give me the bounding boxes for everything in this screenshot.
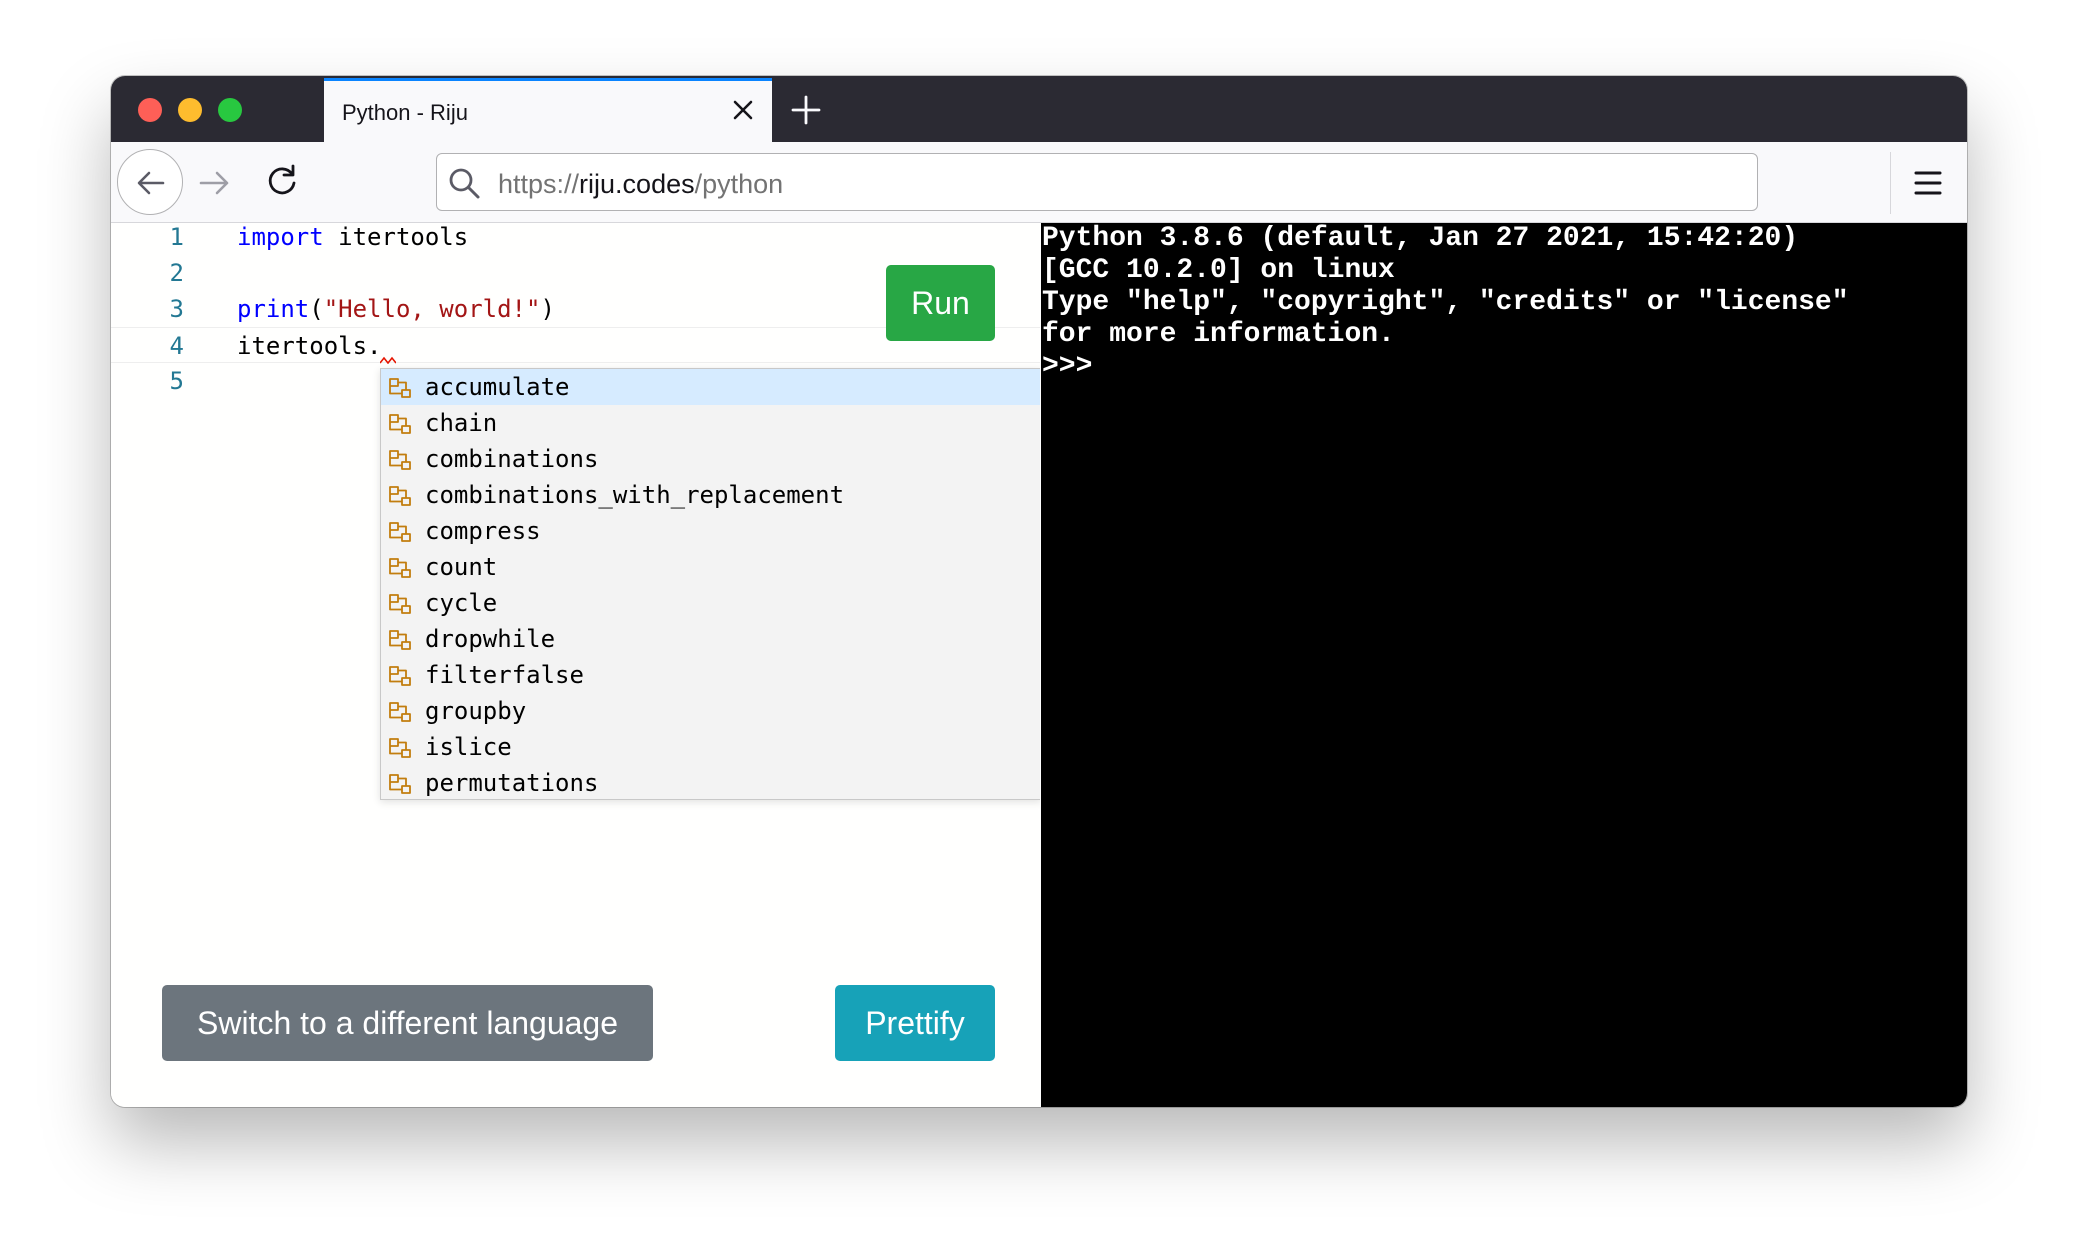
hamburger-menu-icon[interactable]: [1907, 162, 1949, 204]
line-number: 1: [169, 223, 184, 251]
terminal-line: [GCC 10.2.0] on linux: [1042, 255, 1395, 286]
function-icon: [389, 738, 411, 758]
function-icon: [389, 486, 411, 506]
suggestion-label: cycle: [425, 589, 498, 617]
function-icon: [389, 594, 411, 614]
url-text[interactable]: https://riju.codes/python: [498, 169, 783, 200]
paren-close: ): [540, 295, 555, 323]
suggestion-item[interactable]: islice: [381, 729, 1040, 765]
function-icon: [389, 774, 411, 794]
function-icon: [389, 702, 411, 722]
paren-open: (: [309, 295, 324, 323]
suggestion-item[interactable]: dropwhile: [381, 621, 1040, 657]
suggestion-item[interactable]: combinations_with_replacement: [381, 477, 1040, 513]
terminal-line: for more information.: [1042, 319, 1395, 350]
line-number: 3: [169, 295, 184, 323]
terminal-line: Python 3.8.6 (default, Jan 27 2021, 15:4…: [1042, 223, 1799, 254]
url-host: riju.codes: [579, 169, 695, 199]
line-number: 2: [169, 259, 184, 287]
function-icon: [389, 522, 411, 542]
back-button[interactable]: [117, 149, 183, 215]
browser-window: Python - Riju https://riju.codes/python …: [111, 76, 1967, 1107]
code-text: itertools: [323, 223, 469, 251]
reload-icon[interactable]: [262, 162, 302, 202]
autocomplete-suggestions[interactable]: accumulate chain combinations combinatio…: [380, 368, 1040, 800]
suggestion-label: combinations_with_replacement: [425, 481, 845, 509]
suggestion-label: groupby: [425, 697, 527, 725]
zoom-window-button[interactable]: [218, 98, 242, 122]
forward-arrow-icon[interactable]: [195, 163, 235, 203]
suggestion-label: permutations: [425, 769, 599, 797]
suggestion-item[interactable]: accumulate: [381, 369, 1040, 405]
url-path: /python: [694, 169, 784, 199]
suggestion-label: dropwhile: [425, 625, 556, 653]
keyword-import: import: [237, 223, 324, 251]
tab-python-riju[interactable]: Python - Riju: [324, 78, 772, 142]
suggestion-label: islice: [425, 733, 512, 761]
line-code: print("Hello, world!"): [237, 291, 555, 327]
suggestion-label: chain: [425, 409, 498, 437]
suggestion-label: accumulate: [425, 373, 570, 401]
suggestion-item[interactable]: groupby: [381, 693, 1040, 729]
minimize-window-button[interactable]: [178, 98, 202, 122]
suggestion-label: compress: [425, 517, 541, 545]
suggestion-item[interactable]: permutations: [381, 765, 1040, 799]
back-arrow-icon: [137, 171, 165, 195]
suggestion-label: filterfalse: [425, 661, 584, 689]
suggestion-item[interactable]: cycle: [381, 585, 1040, 621]
suggestion-item[interactable]: combinations: [381, 441, 1040, 477]
suggestion-item[interactable]: chain: [381, 405, 1040, 441]
editor-line[interactable]: 1 import itertools: [111, 223, 1040, 255]
terminal-line: Type "help", "copyright", "credits" or "…: [1042, 287, 1849, 318]
suggestion-label: combinations: [425, 445, 599, 473]
toolbar-separator: [1890, 152, 1891, 214]
suggestion-item[interactable]: compress: [381, 513, 1040, 549]
function-icon: [389, 558, 411, 578]
code-editor[interactable]: 1 import itertools 2 3 print("Hello, wor…: [111, 223, 1040, 1107]
function-icon: [389, 414, 411, 434]
new-tab-icon[interactable]: [786, 90, 826, 130]
line-number: 5: [169, 367, 184, 395]
run-button[interactable]: Run: [886, 265, 995, 341]
tab-bar: Python - Riju: [111, 76, 1967, 142]
switch-language-button[interactable]: Switch to a different language: [162, 985, 653, 1061]
line-number: 4: [169, 332, 184, 360]
tab-title: Python - Riju: [342, 100, 468, 125]
string-literal: "Hello, world!": [323, 295, 541, 323]
function-name: print: [237, 295, 310, 323]
url-scheme: https://: [498, 169, 580, 199]
line-code: import itertools: [237, 223, 468, 255]
line-code: itertools.: [237, 332, 382, 360]
function-icon: [389, 630, 411, 650]
navigation-bar: https://riju.codes/python: [111, 142, 1967, 223]
close-window-button[interactable]: [138, 98, 162, 122]
search-icon: [449, 168, 480, 199]
suggestion-item[interactable]: filterfalse: [381, 657, 1040, 693]
close-tab-icon[interactable]: [728, 95, 758, 125]
suggestion-label: count: [425, 553, 498, 581]
address-bar[interactable]: https://riju.codes/python: [436, 153, 1758, 211]
suggestion-item[interactable]: count: [381, 549, 1040, 585]
function-icon: [389, 450, 411, 470]
function-icon: [389, 378, 411, 398]
function-icon: [389, 666, 411, 686]
prettify-button[interactable]: Prettify: [835, 985, 995, 1061]
terminal-prompt: >>>: [1042, 351, 1093, 382]
page-content: 1 import itertools 2 3 print("Hello, wor…: [111, 223, 1967, 1107]
terminal-output[interactable]: Python 3.8.6 (default, Jan 27 2021, 15:4…: [1041, 223, 1967, 1107]
